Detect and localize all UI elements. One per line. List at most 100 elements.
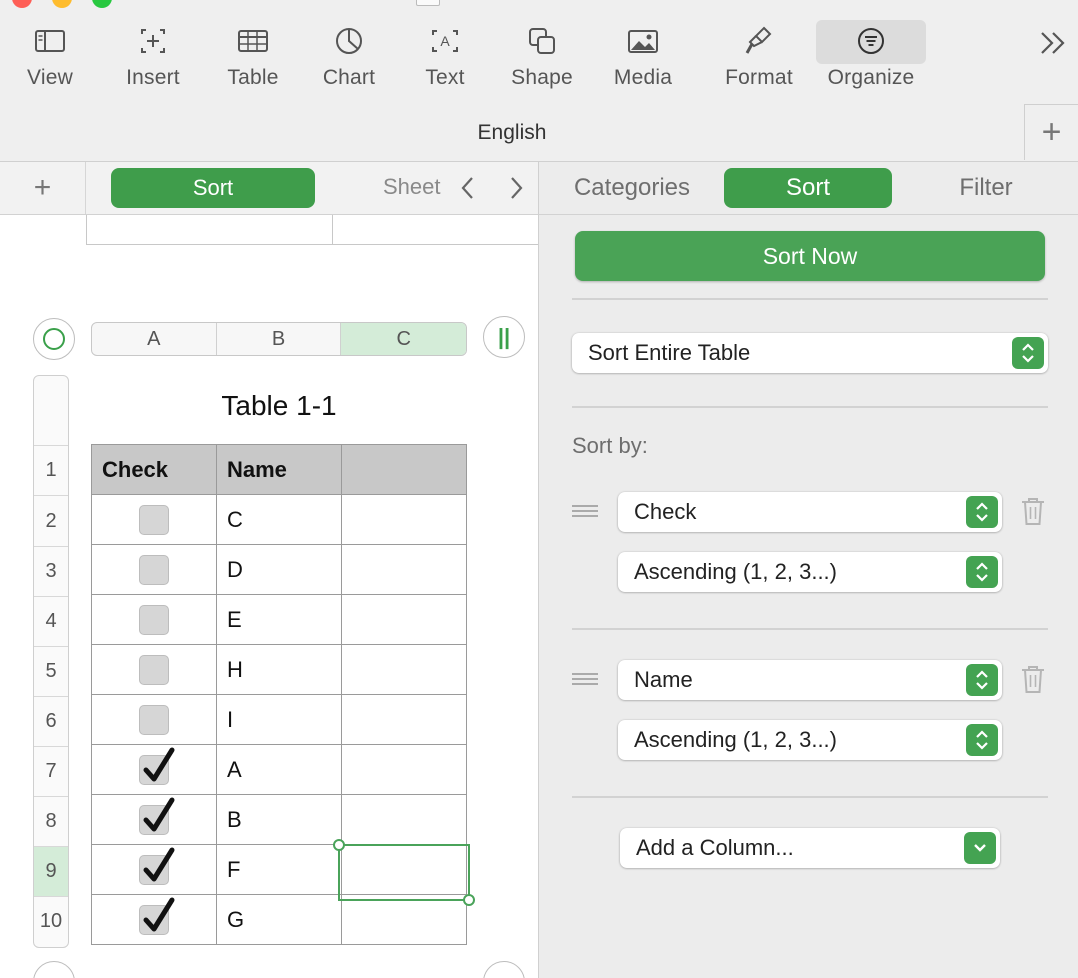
- column-c-cell[interactable]: [342, 895, 467, 944]
- selection-handle-bottom-right[interactable]: [463, 894, 475, 906]
- table-button[interactable]: Table: [213, 18, 293, 104]
- name-cell[interactable]: G: [217, 895, 342, 944]
- name-cell[interactable]: D: [217, 545, 342, 594]
- sort-rule-2-column-select[interactable]: Name: [618, 660, 1002, 700]
- checkbox-checked[interactable]: [139, 797, 175, 835]
- check-cell[interactable]: [92, 645, 217, 694]
- check-cell[interactable]: [92, 595, 217, 644]
- column-c-cell[interactable]: [342, 495, 467, 544]
- checkbox-checked[interactable]: [139, 897, 175, 935]
- row-header-7[interactable]: 7: [34, 746, 68, 796]
- row-header-2[interactable]: 2: [34, 495, 68, 546]
- organize-label: Organize: [827, 66, 915, 89]
- name-cell[interactable]: C: [217, 495, 342, 544]
- column-header-a[interactable]: A: [92, 323, 217, 355]
- format-button[interactable]: Format: [718, 18, 800, 104]
- row-header-6[interactable]: 6: [34, 696, 68, 746]
- column-c-cell[interactable]: [342, 745, 467, 794]
- sort-scope-select[interactable]: Sort Entire Table: [572, 333, 1048, 373]
- sort-rule-2-order-select[interactable]: Ascending (1, 2, 3...): [618, 720, 1002, 760]
- sheet-tab-sort[interactable]: Sort: [111, 168, 315, 208]
- check-cell[interactable]: [92, 745, 217, 794]
- name-cell[interactable]: I: [217, 695, 342, 744]
- chevron-right-icon[interactable]: [503, 174, 529, 202]
- selected-cell-c9[interactable]: [333, 839, 475, 906]
- media-label: Media: [613, 66, 673, 89]
- row-header-9[interactable]: 9: [34, 846, 68, 896]
- checkbox-unchecked[interactable]: [139, 654, 169, 685]
- language-label[interactable]: English: [0, 114, 1024, 152]
- sort-rule-1-order: Ascending (1, 2, 3...): [634, 559, 837, 584]
- column-c-cell[interactable]: [342, 795, 467, 844]
- column-resize-handle[interactable]: ||: [483, 316, 525, 358]
- name-cell[interactable]: B: [217, 795, 342, 844]
- column-c-cell[interactable]: [342, 645, 467, 694]
- add-column-label: Add a Column...: [636, 835, 794, 860]
- checkbox-unchecked[interactable]: [139, 554, 169, 585]
- checkbox-unchecked[interactable]: [139, 604, 169, 635]
- sort-rule-1-order-select[interactable]: Ascending (1, 2, 3...): [618, 552, 1002, 592]
- table-label: Table: [227, 66, 279, 89]
- name-cell[interactable]: E: [217, 595, 342, 644]
- check-cell[interactable]: [92, 845, 217, 894]
- divider: [572, 406, 1048, 408]
- add-row-handle[interactable]: [33, 961, 75, 978]
- add-sheet-button[interactable]: +: [0, 162, 86, 214]
- column-c-cell[interactable]: [342, 695, 467, 744]
- table-select-handle[interactable]: [33, 318, 75, 360]
- shape-button[interactable]: Shape: [502, 18, 582, 104]
- name-cell[interactable]: F: [217, 845, 342, 894]
- table-title[interactable]: Table 1-1: [91, 390, 467, 422]
- zoom-window-button[interactable]: [92, 0, 112, 8]
- check-cell[interactable]: [92, 545, 217, 594]
- tab-filter[interactable]: Filter: [943, 168, 1029, 208]
- chart-button[interactable]: Chart: [309, 18, 389, 104]
- double-chevron-right-icon[interactable]: [1032, 26, 1072, 60]
- checkbox-checked[interactable]: [139, 847, 175, 885]
- trash-icon[interactable]: [1020, 664, 1046, 694]
- drag-handle-icon[interactable]: [572, 504, 598, 518]
- chevron-left-icon[interactable]: [455, 174, 481, 202]
- view-button[interactable]: View: [10, 18, 90, 104]
- row-header-8[interactable]: 8: [34, 796, 68, 846]
- organize-button[interactable]: Organize: [822, 18, 920, 104]
- row-header-10[interactable]: 10: [34, 896, 68, 946]
- header-cell-name[interactable]: Name: [217, 445, 342, 494]
- add-language-button[interactable]: +: [1024, 104, 1078, 160]
- tab-sort[interactable]: Sort: [724, 168, 892, 208]
- column-header-b[interactable]: B: [217, 323, 342, 355]
- checkbox-unchecked[interactable]: [139, 704, 169, 735]
- minimize-window-button[interactable]: [52, 0, 72, 8]
- sort-rule-1-column-select[interactable]: Check: [618, 492, 1002, 532]
- checkbox-checked[interactable]: [139, 747, 175, 785]
- check-cell[interactable]: [92, 695, 217, 744]
- row-header-5[interactable]: 5: [34, 646, 68, 696]
- row-header-3[interactable]: 3: [34, 546, 68, 596]
- sheet-tab-sheet[interactable]: Sheet: [383, 174, 447, 200]
- header-cell-c[interactable]: [342, 445, 467, 494]
- tab-categories[interactable]: Categories: [559, 168, 705, 208]
- name-cell[interactable]: A: [217, 745, 342, 794]
- header-cell-check[interactable]: Check: [92, 445, 217, 494]
- check-cell[interactable]: [92, 495, 217, 544]
- drag-handle-icon[interactable]: [572, 672, 598, 686]
- insert-button[interactable]: Insert: [113, 18, 193, 104]
- text-button[interactable]: A Text: [405, 18, 485, 104]
- selection-handle-top-left[interactable]: [333, 839, 345, 851]
- column-header-c[interactable]: C: [341, 323, 466, 355]
- media-button[interactable]: Media: [603, 18, 683, 104]
- sort-now-button[interactable]: Sort Now: [575, 231, 1045, 281]
- checkbox-unchecked[interactable]: [139, 504, 169, 535]
- check-cell[interactable]: [92, 895, 217, 944]
- check-cell[interactable]: [92, 795, 217, 844]
- trash-icon[interactable]: [1020, 496, 1046, 526]
- column-c-cell[interactable]: [342, 595, 467, 644]
- add-row-column-handle[interactable]: [483, 961, 525, 978]
- row-header-4[interactable]: 4: [34, 596, 68, 646]
- column-c-cell[interactable]: [342, 545, 467, 594]
- add-column-select[interactable]: Add a Column...: [620, 828, 1000, 868]
- row-header-1[interactable]: 1: [34, 445, 68, 495]
- name-cell[interactable]: H: [217, 645, 342, 694]
- column-headers: A B C: [91, 322, 467, 356]
- close-window-button[interactable]: [12, 0, 32, 8]
